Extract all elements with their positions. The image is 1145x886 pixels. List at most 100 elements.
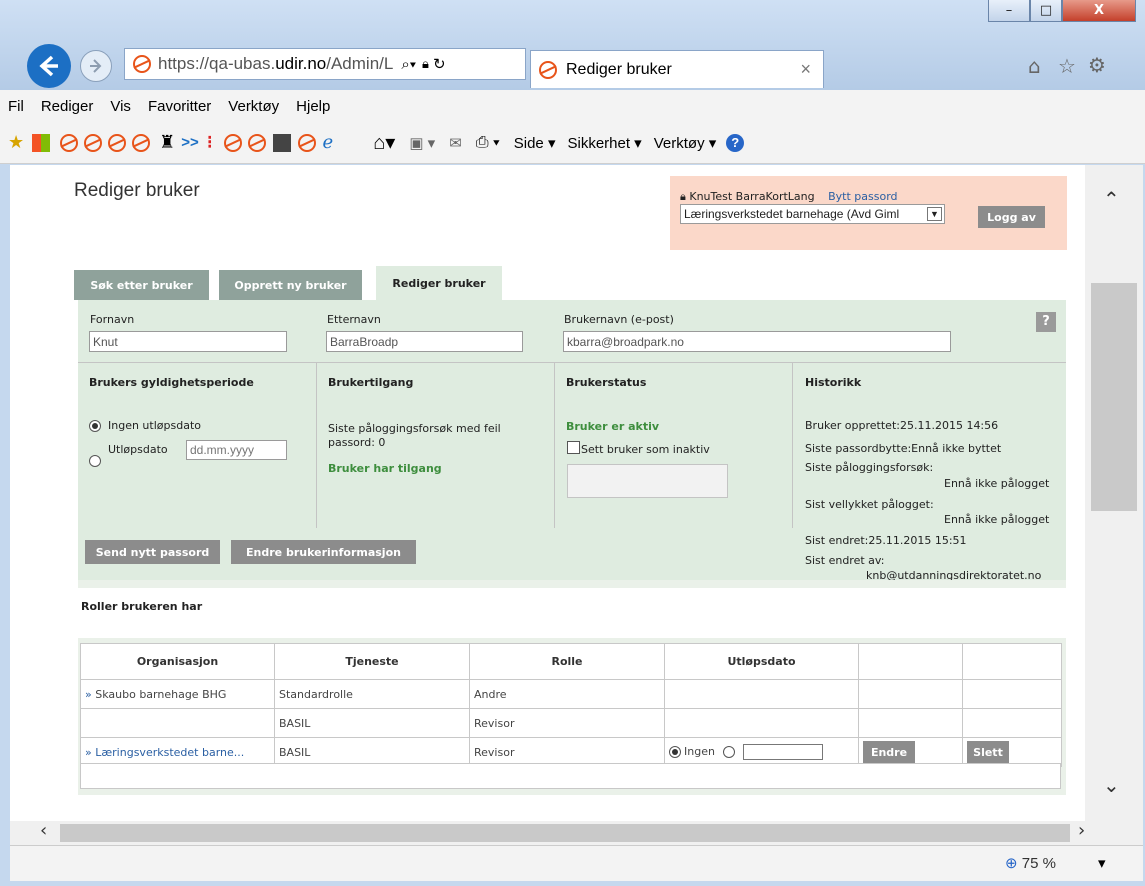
- hscroll-thumb[interactable]: [60, 824, 1070, 842]
- cmd-verktoy[interactable]: Verktøy ▾: [654, 134, 717, 152]
- scroll-down-icon[interactable]: ⌄: [1103, 773, 1120, 797]
- scroll-right-icon[interactable]: ›: [1078, 820, 1085, 841]
- cmd-side[interactable]: Side ▾: [514, 134, 556, 152]
- ie-link-icon[interactable]: [108, 133, 127, 152]
- column-header: [858, 643, 963, 680]
- minimize-button[interactable]: –: [988, 0, 1030, 22]
- ie-link-icon[interactable]: [297, 133, 316, 152]
- ie-link-icon[interactable]: [247, 133, 266, 152]
- column-divider: [554, 363, 555, 528]
- maximize-button[interactable]: □: [1030, 0, 1062, 22]
- zoom-control[interactable]: ⊕ 75 %: [1005, 854, 1056, 872]
- gear-icon[interactable]: ⚙: [1088, 53, 1106, 77]
- lock-icon[interactable]: 🔒︎: [422, 56, 429, 72]
- organization-select-value: Læringsverkstedet barnehage (Avd Giml: [684, 207, 900, 221]
- favorites-add-icon[interactable]: ★: [8, 132, 24, 153]
- validity-heading: Brukers gyldighetsperiode: [89, 376, 254, 389]
- ie-link-icon[interactable]: [84, 133, 103, 152]
- user-tool-icon[interactable]: ♜: [159, 132, 175, 153]
- ie-link-icon[interactable]: [223, 133, 242, 152]
- no-expiry-radio[interactable]: [89, 420, 101, 432]
- first-name-input[interactable]: Knut: [89, 331, 287, 352]
- expiry-radio[interactable]: [89, 455, 101, 467]
- role-cell: Andre: [469, 679, 665, 709]
- role-expiry-input[interactable]: [742, 743, 823, 760]
- scroll-up-icon[interactable]: ⌃: [1103, 187, 1120, 211]
- delete-role-button[interactable]: Slett: [967, 741, 1009, 763]
- column-header: Utløpsdato: [664, 643, 859, 680]
- forward-button[interactable]: [80, 50, 112, 82]
- inactive-reason-box[interactable]: [567, 464, 728, 498]
- vertical-scrollbar[interactable]: ⌃ ⌄: [1085, 165, 1143, 821]
- ie-tab-icon: [539, 60, 557, 79]
- scroll-left-icon[interactable]: ‹: [40, 820, 47, 841]
- roles-heading-box: Roller brukeren har: [78, 588, 1066, 638]
- expiry-none-radio[interactable]: [669, 745, 681, 758]
- menu-vis[interactable]: Vis: [110, 98, 131, 115]
- chevron-more-icon[interactable]: >>: [181, 134, 199, 151]
- expiry-label: Utløpsdato: [108, 443, 168, 456]
- expand-icon: »: [85, 745, 92, 759]
- edit-role-button[interactable]: Endre: [863, 741, 915, 763]
- home-cmd-icon[interactable]: ⌂▾: [373, 130, 395, 155]
- failed-attempts-text: Siste påloggingsforsøk med feil passord:…: [328, 422, 501, 449]
- scrollbar-thumb[interactable]: [1091, 283, 1137, 511]
- help-question-icon[interactable]: ?: [1036, 312, 1056, 332]
- send-new-password-button[interactable]: Send nytt passord: [85, 540, 220, 564]
- column-header: Tjeneste: [274, 643, 470, 680]
- expiry-date-input[interactable]: [186, 440, 287, 460]
- refresh-icon[interactable]: ↻: [433, 55, 446, 73]
- edit-user-info-button[interactable]: Endre brukerinformasjon: [231, 540, 416, 564]
- column-divider: [792, 363, 793, 528]
- user-box: 🔒︎ KnuTest BarraKortLang Bytt passord Læ…: [670, 176, 1067, 250]
- set-inactive-checkbox[interactable]: [567, 441, 580, 454]
- username-input[interactable]: kbarra@broadpark.no: [563, 331, 951, 352]
- expiry-date-radio[interactable]: [722, 745, 735, 758]
- mail-icon[interactable]: ✉: [449, 134, 462, 152]
- home-icon[interactable]: ⌂: [1028, 54, 1041, 78]
- menu-favoritter[interactable]: Favoritter: [148, 98, 211, 115]
- horizontal-scrollbar[interactable]: ‹ ›: [10, 820, 1143, 845]
- ie-link-icon[interactable]: [132, 133, 151, 152]
- history-last-login-attempt-label: Siste påloggingsforsøk:: [805, 461, 934, 474]
- table-header-row: Organisasjon Tjeneste Rolle Utløpsdato: [80, 643, 1062, 680]
- ie-edge-icon[interactable]: ℯ: [323, 132, 334, 153]
- logout-button[interactable]: Logg av: [978, 206, 1045, 228]
- tab-close-button[interactable]: ×: [800, 59, 811, 80]
- favorites-star-icon[interactable]: ☆: [1058, 54, 1076, 78]
- ie-link-icon[interactable]: [60, 133, 79, 152]
- close-window-button[interactable]: X: [1062, 0, 1136, 22]
- zoom-dropdown-icon[interactable]: ▾: [1098, 854, 1106, 872]
- windows-logo-icon[interactable]: [32, 133, 51, 152]
- cmd-sikkerhet[interactable]: Sikkerhet ▾: [567, 134, 641, 152]
- history-last-success-label: Sist vellykket pålogget:: [805, 498, 934, 511]
- history-last-changed: Sist endret:25.11.2015 15:51: [805, 534, 967, 547]
- chevron-down-icon: ▼: [927, 207, 942, 221]
- org-link[interactable]: Læringsverkstedet barne...: [95, 746, 244, 759]
- active-status: Bruker er aktiv: [566, 420, 660, 433]
- change-password-link[interactable]: Bytt passord: [828, 190, 897, 203]
- menu-verktoy[interactable]: Verktøy: [228, 98, 279, 115]
- organization-select[interactable]: Læringsverkstedet barnehage (Avd Giml ▼: [680, 204, 945, 224]
- menu-fil[interactable]: Fil: [8, 98, 24, 115]
- print-icon[interactable]: ⎙ ▾: [476, 134, 500, 152]
- tab-rediger-bruker[interactable]: Rediger bruker ×: [530, 50, 824, 88]
- address-domain: udir.no: [275, 54, 327, 73]
- rss-icon[interactable]: ▣ ▾: [409, 134, 435, 152]
- menu-bar: Fil Rediger Vis Favoritter Verktøy Hjelp: [0, 90, 1145, 122]
- qr-tool-icon[interactable]: [272, 133, 291, 152]
- lock-icon: 🔒︎: [680, 190, 686, 203]
- tab-edit-user[interactable]: Rediger bruker: [376, 266, 502, 300]
- menu-hjelp[interactable]: Hjelp: [296, 98, 330, 115]
- menu-rediger[interactable]: Rediger: [41, 98, 94, 115]
- search-icon[interactable]: ⌕▾: [401, 56, 416, 73]
- help-icon[interactable]: ?: [726, 133, 745, 152]
- back-button[interactable]: [27, 44, 71, 88]
- tab-search-user[interactable]: Søk etter bruker: [74, 270, 209, 300]
- zoom-level: 75 %: [1021, 855, 1056, 872]
- alert-icon[interactable]: ⁝: [207, 132, 213, 153]
- org-cell[interactable]: » Skaubo barnehage BHG: [80, 679, 275, 709]
- address-bar[interactable]: https://qa-ubas. udir.no/Admin/L ⌕▾ 🔒︎ ↻: [124, 48, 526, 80]
- last-name-input[interactable]: BarraBroadp: [326, 331, 523, 352]
- tab-create-user[interactable]: Opprett ny bruker: [219, 270, 362, 300]
